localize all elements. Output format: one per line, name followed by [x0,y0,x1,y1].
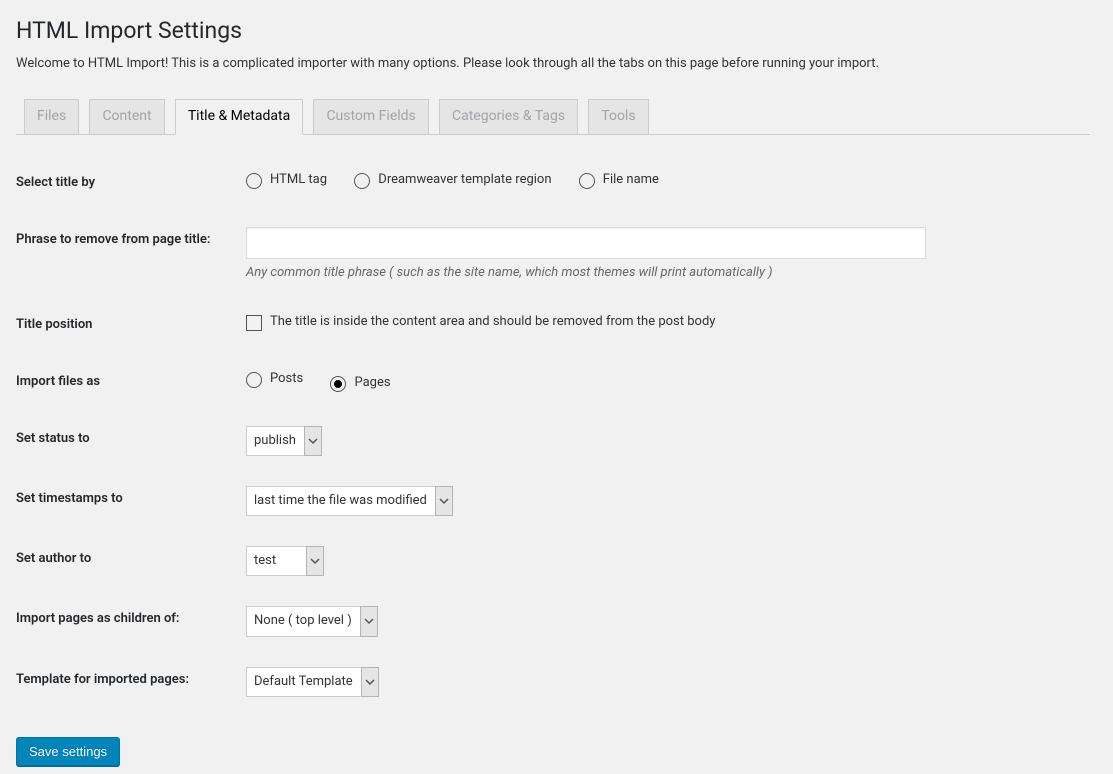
select-value: None ( top level ) [246,606,360,636]
radio-html-tag[interactable]: HTML tag [246,172,327,189]
select-value: last time the file was modified [246,486,435,516]
radio-file-name[interactable]: File name [579,172,659,189]
phrase-input[interactable] [246,227,926,259]
label-phrase-remove: Phrase to remove from page title: [16,212,236,297]
radio-label: Pages [354,375,390,392]
select-value: test [246,546,306,576]
radio-pages[interactable]: Pages [330,375,390,392]
radio-label: Posts [270,371,303,388]
radio-label: File name [603,172,659,189]
radio-icon [246,173,262,189]
label-timestamps: Set timestamps to [16,471,236,531]
author-select[interactable]: test [246,546,324,576]
title-position-checkbox[interactable]: The title is inside the content area and… [246,314,715,331]
page-title: HTML Import Settings [16,8,1090,48]
label-title-position: Title position [16,297,236,354]
tab-tools[interactable]: Tools [588,99,648,134]
label-parent: Import pages as children of: [16,591,236,651]
tab-custom-fields[interactable]: Custom Fields [313,99,428,134]
label-author: Set author to [16,531,236,591]
save-button[interactable]: Save settings [16,737,120,766]
radio-dreamweaver[interactable]: Dreamweaver template region [354,172,551,189]
chevron-down-icon [360,606,378,636]
template-select[interactable]: Default Template [246,667,379,697]
radio-label: Dreamweaver template region [378,172,551,189]
tab-content[interactable]: Content [89,99,164,134]
tab-bar: Files Content Title & Metadata Custom Fi… [16,89,1090,135]
select-value: Default Template [246,667,361,697]
phrase-help: Any common title phrase ( such as the si… [246,265,1080,282]
tab-files[interactable]: Files [24,99,79,134]
label-template: Template for imported pages: [16,652,236,712]
status-select[interactable]: publish [246,426,322,456]
chevron-down-icon [435,486,453,516]
radio-icon [579,173,595,189]
checkbox-icon [246,315,262,331]
radio-icon [246,372,262,388]
label-status: Set status to [16,411,236,471]
settings-form: Select title by HTML tag Dreamweaver tem… [16,155,1090,712]
timestamps-select[interactable]: last time the file was modified [246,486,453,516]
tab-title-metadata[interactable]: Title & Metadata [175,99,303,135]
tab-categories-tags[interactable]: Categories & Tags [439,99,578,134]
checkbox-label: The title is inside the content area and… [270,314,715,331]
parent-select[interactable]: None ( top level ) [246,606,378,636]
label-import-as: Import files as [16,354,236,411]
chevron-down-icon [306,546,324,576]
radio-icon [330,376,346,392]
radio-posts[interactable]: Posts [246,371,303,388]
radio-label: HTML tag [270,172,327,189]
label-select-title: Select title by [16,155,236,212]
chevron-down-icon [304,426,322,456]
chevron-down-icon [361,667,379,697]
radio-icon [354,173,370,189]
select-value: publish [246,426,304,456]
intro-text: Welcome to HTML Import! This is a compli… [16,56,1090,71]
